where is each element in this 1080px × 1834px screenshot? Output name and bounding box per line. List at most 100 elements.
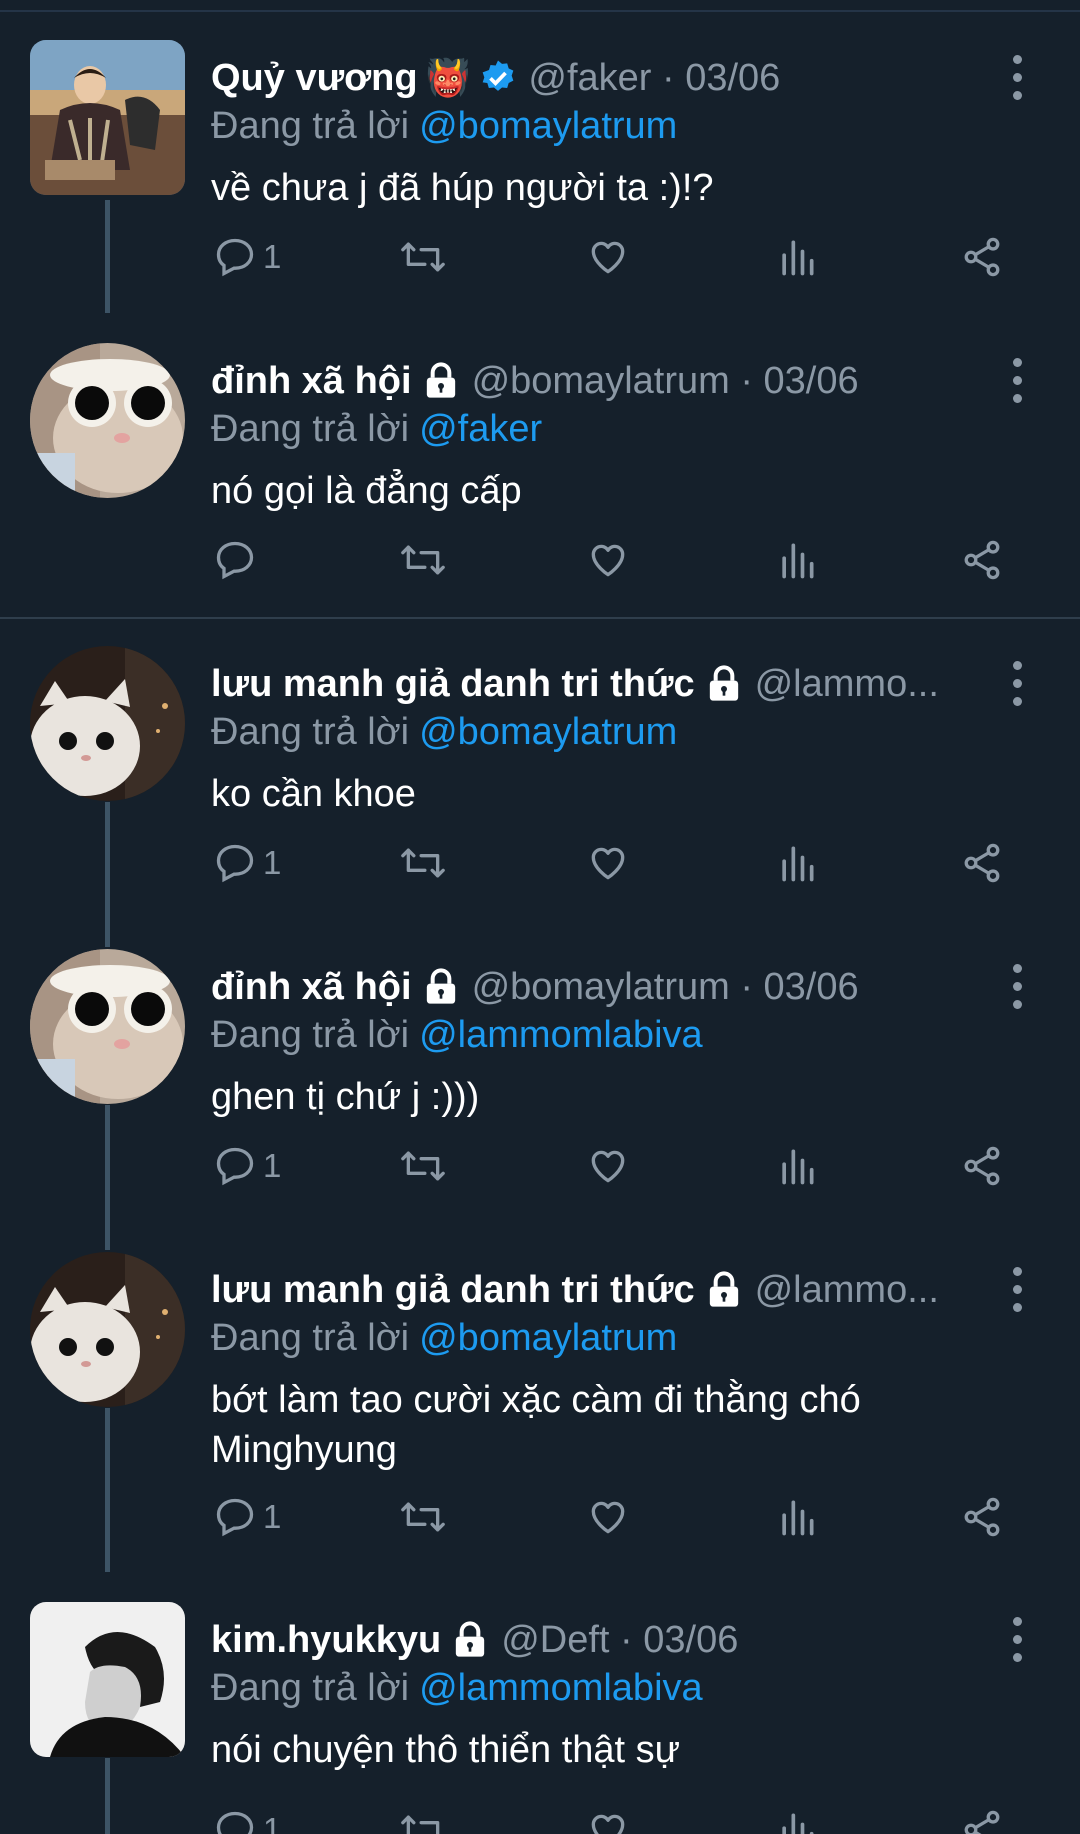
views-chart-icon: [782, 543, 814, 579]
heart-icon: [591, 1814, 625, 1834]
reply-button[interactable]: [213, 530, 263, 590]
replying-to: Đang trả lời @lammomlabiva: [211, 1007, 703, 1063]
views-chart-icon: [782, 1813, 814, 1834]
reply-count: 1: [263, 1811, 282, 1834]
thread-line: [105, 1105, 110, 1222]
avatar[interactable]: [30, 40, 185, 195]
like-button[interactable]: [585, 1136, 631, 1196]
like-button[interactable]: [585, 833, 631, 893]
tweet-3[interactable]: lưu manh giả danh tri thức @lammo... Đan…: [0, 616, 1080, 919]
replying-to-link[interactable]: @faker: [419, 408, 542, 450]
retweet-button[interactable]: [398, 1136, 448, 1196]
like-button[interactable]: [585, 1487, 631, 1547]
tweet-6[interactable]: kim.hyukkyu @Deft · 03/06 Đang trả lời @l…: [0, 1572, 1080, 1834]
more-options-icon[interactable]: [1005, 1617, 1029, 1662]
views-button[interactable]: [777, 227, 817, 287]
thread-line: [105, 1758, 110, 1834]
lock-icon: [703, 664, 745, 704]
heart-icon: [591, 544, 625, 577]
views-button[interactable]: [777, 1136, 817, 1196]
replying-to-link[interactable]: @lammomlabiva: [419, 1667, 703, 1709]
replying-label: Đang trả lời: [211, 105, 410, 147]
like-button[interactable]: [585, 1800, 631, 1834]
more-options-icon[interactable]: [1005, 55, 1029, 100]
tweet-text: nó gọi là đẳng cấp: [211, 470, 522, 512]
reply-icon: [216, 844, 254, 883]
retweet-button[interactable]: [398, 530, 448, 590]
share-button[interactable]: [960, 1800, 1004, 1834]
views-button[interactable]: [777, 833, 817, 893]
retweet-button[interactable]: [398, 1800, 448, 1834]
handle-and-date[interactable]: @lammo...: [755, 1262, 939, 1318]
share-button[interactable]: [960, 1136, 1004, 1196]
reply-icon: [216, 1147, 254, 1186]
tweet-actions: 1: [205, 833, 1025, 893]
tweet-2[interactable]: đỉnh xã hội @bomaylatrum · 03/06 Đang tr…: [0, 313, 1080, 616]
more-options-icon[interactable]: [1005, 358, 1029, 403]
handle-and-date[interactable]: @lammo...: [755, 656, 939, 712]
tweet-text: ghen tị chứ j :))): [211, 1076, 480, 1118]
more-options-icon[interactable]: [1005, 1267, 1029, 1312]
more-options-icon[interactable]: [1005, 964, 1029, 1009]
reply-icon: [216, 541, 254, 580]
views-button[interactable]: [777, 530, 817, 590]
replying-to-link[interactable]: @lammomlabiva: [419, 1014, 703, 1056]
views-button[interactable]: [777, 1487, 817, 1547]
tweet-text: nói chuyện thô thiển thật sự: [211, 1729, 681, 1771]
reply-button[interactable]: 1: [213, 833, 281, 893]
views-chart-icon: [782, 1149, 814, 1185]
more-options-icon[interactable]: [1005, 661, 1029, 706]
retweet-button[interactable]: [398, 1487, 448, 1547]
reply-icon: [216, 1811, 254, 1834]
reply-count: 1: [263, 238, 282, 275]
views-chart-icon: [782, 1500, 814, 1536]
share-button[interactable]: [960, 833, 1004, 893]
share-button[interactable]: [960, 1487, 1004, 1547]
avatar[interactable]: [30, 646, 185, 801]
share-button[interactable]: [960, 530, 1004, 590]
avatar[interactable]: [30, 343, 185, 498]
avatar[interactable]: [30, 1602, 185, 1757]
reply-count: 1: [263, 844, 282, 881]
retweet-icon: [401, 545, 445, 575]
replying-label: Đang trả lời: [211, 408, 410, 450]
share-icon: [964, 843, 1000, 883]
tweet-text: về chưa j đã húp người ta :)!?: [211, 167, 714, 209]
thread-line: [105, 802, 110, 919]
retweet-button[interactable]: [398, 833, 448, 893]
heart-icon: [591, 1150, 625, 1183]
retweet-button[interactable]: [398, 227, 448, 287]
tweet-actions: 1: [205, 1800, 1025, 1834]
reply-button[interactable]: 1: [213, 227, 281, 287]
views-button[interactable]: [777, 1800, 817, 1834]
lock-icon: [420, 361, 462, 401]
like-button[interactable]: [585, 227, 631, 287]
tweet-1[interactable]: Quỷ vương 👹 @faker · 03/06 Đang trả lời @…: [0, 10, 1080, 313]
tweet-text: bớt làm tao cười xặc càm đi thằng chó Mi…: [211, 1379, 861, 1471]
thread-line: [105, 1408, 110, 1572]
reply-count: 1: [263, 1498, 282, 1535]
replying-to-link[interactable]: @bomaylatrum: [419, 105, 677, 147]
reply-button[interactable]: 1: [213, 1487, 281, 1547]
tweet-5[interactable]: lưu manh giả danh tri thức @lammo... Đan…: [0, 1222, 1080, 1572]
tweet-text: ko cần khoe: [211, 773, 416, 815]
lock-icon: [420, 967, 462, 1007]
views-chart-icon: [782, 846, 814, 882]
thread-line: [105, 919, 110, 947]
replying-label: Đang trả lời: [211, 1317, 410, 1359]
replying-to-link[interactable]: @bomaylatrum: [419, 711, 677, 753]
reply-button[interactable]: 1: [213, 1800, 281, 1834]
tweet-actions: 1: [205, 1487, 1025, 1547]
avatar[interactable]: [30, 1252, 185, 1407]
reply-button[interactable]: 1: [213, 1136, 281, 1196]
replying-label: Đang trả lời: [211, 1014, 410, 1056]
tweet-4[interactable]: đỉnh xã hội @bomaylatrum · 03/06 Đang tr…: [0, 919, 1080, 1222]
avatar[interactable]: [30, 949, 185, 1104]
share-icon: [964, 1146, 1000, 1186]
replying-to-link[interactable]: @bomaylatrum: [419, 1317, 677, 1359]
replying-label: Đang trả lời: [211, 1667, 410, 1709]
share-button[interactable]: [960, 227, 1004, 287]
like-button[interactable]: [585, 530, 631, 590]
reply-icon: [216, 238, 254, 277]
share-icon: [964, 1497, 1000, 1537]
